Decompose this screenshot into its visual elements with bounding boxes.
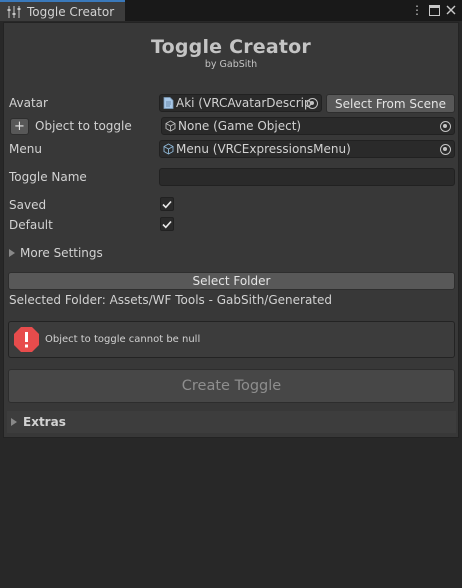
add-object-button[interactable]: + (10, 118, 29, 135)
tab-title: Toggle Creator (27, 4, 115, 19)
extras-label: Extras (23, 415, 66, 429)
checkmark-icon (162, 220, 172, 228)
saved-checkbox[interactable] (160, 197, 174, 211)
foldout-arrow-icon (9, 249, 15, 257)
select-folder-button[interactable]: Select Folder (8, 272, 455, 290)
selected-folder-text: Selected Folder: Assets/WF Tools - GabSi… (9, 293, 332, 307)
object-picker-icon[interactable] (307, 98, 318, 109)
sliders-icon (7, 5, 21, 18)
error-message: Object to toggle cannot be null (45, 334, 201, 345)
menu-label: Menu (9, 142, 42, 156)
object-to-toggle-field[interactable]: None (Game Object) (161, 117, 455, 135)
toggle-creator-panel: Toggle Creator by GabSith Avatar Aki (VR… (3, 22, 459, 438)
window-controls: ⋮ (411, 3, 456, 17)
error-helpbox: Object to toggle cannot be null (8, 321, 455, 358)
cube-icon (165, 120, 176, 132)
menu-value: Menu (VRCExpressionsMenu) (176, 142, 351, 156)
more-options-icon[interactable]: ⋮ (411, 3, 423, 17)
editor-tab-bar: Toggle Creator ⋮ (0, 0, 462, 21)
toggle-name-label: Toggle Name (9, 170, 87, 184)
tab-toggle-creator[interactable]: Toggle Creator (0, 0, 125, 21)
saved-label: Saved (9, 198, 47, 212)
object-picker-icon[interactable] (440, 121, 451, 132)
error-icon (14, 327, 39, 352)
extras-foldout[interactable]: Extras (7, 411, 456, 433)
script-icon (163, 97, 174, 109)
menu-field[interactable]: Menu (VRCExpressionsMenu) (159, 140, 455, 158)
header: Toggle Creator by GabSith (4, 36, 458, 70)
select-from-scene-button[interactable]: Select From Scene (326, 94, 455, 113)
close-icon[interactable] (446, 5, 456, 15)
toggle-name-input[interactable] (159, 168, 455, 186)
object-to-toggle-value: None (Game Object) (178, 119, 302, 133)
default-label: Default (9, 218, 53, 232)
more-settings-label: More Settings (20, 246, 103, 260)
cube-icon (163, 143, 174, 155)
more-settings-foldout[interactable]: More Settings (9, 246, 103, 260)
checkmark-icon (162, 200, 172, 208)
avatar-value: Aki (VRCAvatarDescrip (176, 96, 312, 110)
page-title: Toggle Creator (150, 36, 312, 58)
maximize-icon[interactable] (429, 4, 440, 16)
default-checkbox[interactable] (160, 217, 174, 231)
foldout-arrow-icon (11, 418, 17, 426)
avatar-label: Avatar (9, 96, 48, 110)
create-toggle-button[interactable]: Create Toggle (8, 369, 455, 403)
object-picker-icon[interactable] (440, 144, 451, 155)
object-to-toggle-label: Object to toggle (35, 119, 132, 133)
avatar-field[interactable]: Aki (VRCAvatarDescrip (159, 94, 322, 112)
author-credit: by GabSith (204, 59, 258, 70)
